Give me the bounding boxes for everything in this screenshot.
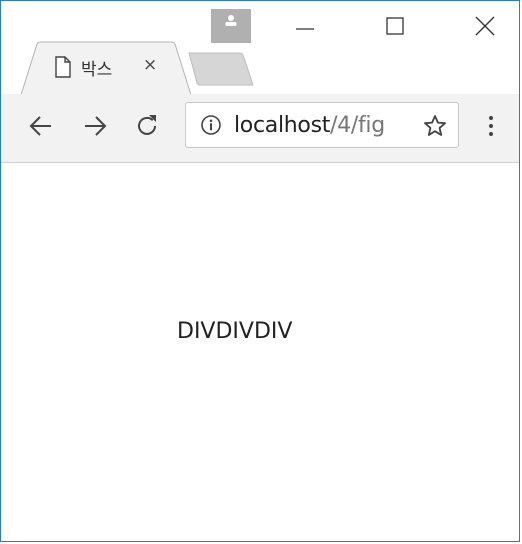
more-vertical-icon xyxy=(489,116,493,136)
forward-arrow-icon xyxy=(85,116,107,136)
close-icon xyxy=(475,16,495,36)
url-text[interactable]: localhost/4/fig xyxy=(234,113,385,138)
close-window-button[interactable] xyxy=(465,11,505,41)
title-bar: 박스 × xyxy=(1,1,519,97)
page-content: DIVDIVDIV xyxy=(1,163,519,541)
back-arrow-icon xyxy=(29,116,51,136)
new-tab-button[interactable] xyxy=(187,51,255,89)
toolbar: localhost/4/fig xyxy=(1,94,519,163)
minimize-button[interactable] xyxy=(285,11,325,41)
browser-tab[interactable]: 박스 × xyxy=(21,41,191,97)
address-bar[interactable]: localhost/4/fig xyxy=(185,102,459,148)
minimize-icon xyxy=(296,28,314,30)
reload-icon xyxy=(138,115,156,135)
profile-button[interactable] xyxy=(211,9,251,43)
browser-window: 박스 × localhost/4/fig DIVDIVDIV xyxy=(0,0,520,542)
page-icon xyxy=(55,56,71,78)
star-icon xyxy=(424,115,446,136)
maximize-button[interactable] xyxy=(375,11,415,41)
reload-button[interactable] xyxy=(127,106,167,146)
maximize-icon xyxy=(386,17,404,35)
tab-close-button[interactable]: × xyxy=(143,55,157,75)
person-icon xyxy=(225,15,237,26)
back-button[interactable] xyxy=(21,106,61,146)
info-icon[interactable] xyxy=(200,114,222,136)
url-path: /4/fig xyxy=(330,113,385,138)
tab-title: 박스 xyxy=(81,60,113,80)
bookmark-button[interactable] xyxy=(420,111,450,141)
url-host: localhost xyxy=(234,113,331,138)
menu-button[interactable] xyxy=(471,106,511,146)
div-text: DIVDIVDIV xyxy=(177,319,293,344)
forward-button[interactable] xyxy=(75,106,115,146)
